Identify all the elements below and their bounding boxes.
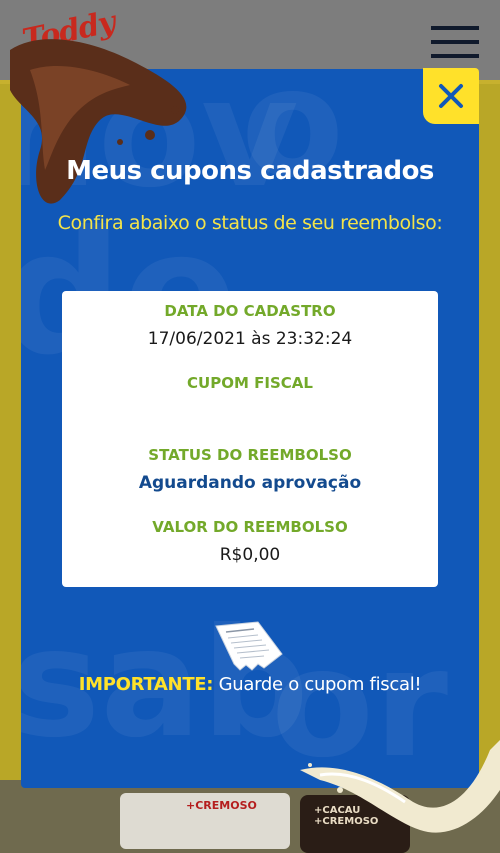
- milk-splash: [300, 740, 500, 833]
- status-label: STATUS DO REEMBOLSO: [148, 446, 352, 464]
- modal-title: Meus cupons cadastrados: [66, 156, 434, 186]
- close-icon: [439, 84, 463, 108]
- status-value: Aguardando aprovação: [138, 473, 362, 493]
- important-note: IMPORTANTE: Guarde o cupom fiscal!: [0, 674, 500, 695]
- product-cremoso-text: +CREMOSO: [186, 799, 257, 812]
- amount-value: R$0,00: [219, 545, 281, 565]
- coupon-card: DATA DO CADASTRO 17/06/2021 às 23:32:24 …: [62, 291, 438, 587]
- close-button[interactable]: [423, 68, 479, 124]
- modal-subtitle: Confira abaixo o status de seu reembolso…: [57, 212, 443, 234]
- date-value: 17/06/2021 às 23:32:24: [147, 329, 353, 349]
- product-cremoso-pack: +CREMOSO: [120, 793, 290, 849]
- date-label: DATA DO CADASTRO: [164, 302, 336, 320]
- important-text: Guarde o cupom fiscal!: [213, 674, 422, 695]
- amount-label: VALOR DO REEMBOLSO: [152, 518, 348, 536]
- receipt-icon: [215, 621, 283, 671]
- hamburger-menu-icon[interactable]: [431, 26, 479, 60]
- coupon-label: CUPOM FISCAL: [187, 374, 313, 392]
- important-prefix: IMPORTANTE:: [78, 674, 214, 695]
